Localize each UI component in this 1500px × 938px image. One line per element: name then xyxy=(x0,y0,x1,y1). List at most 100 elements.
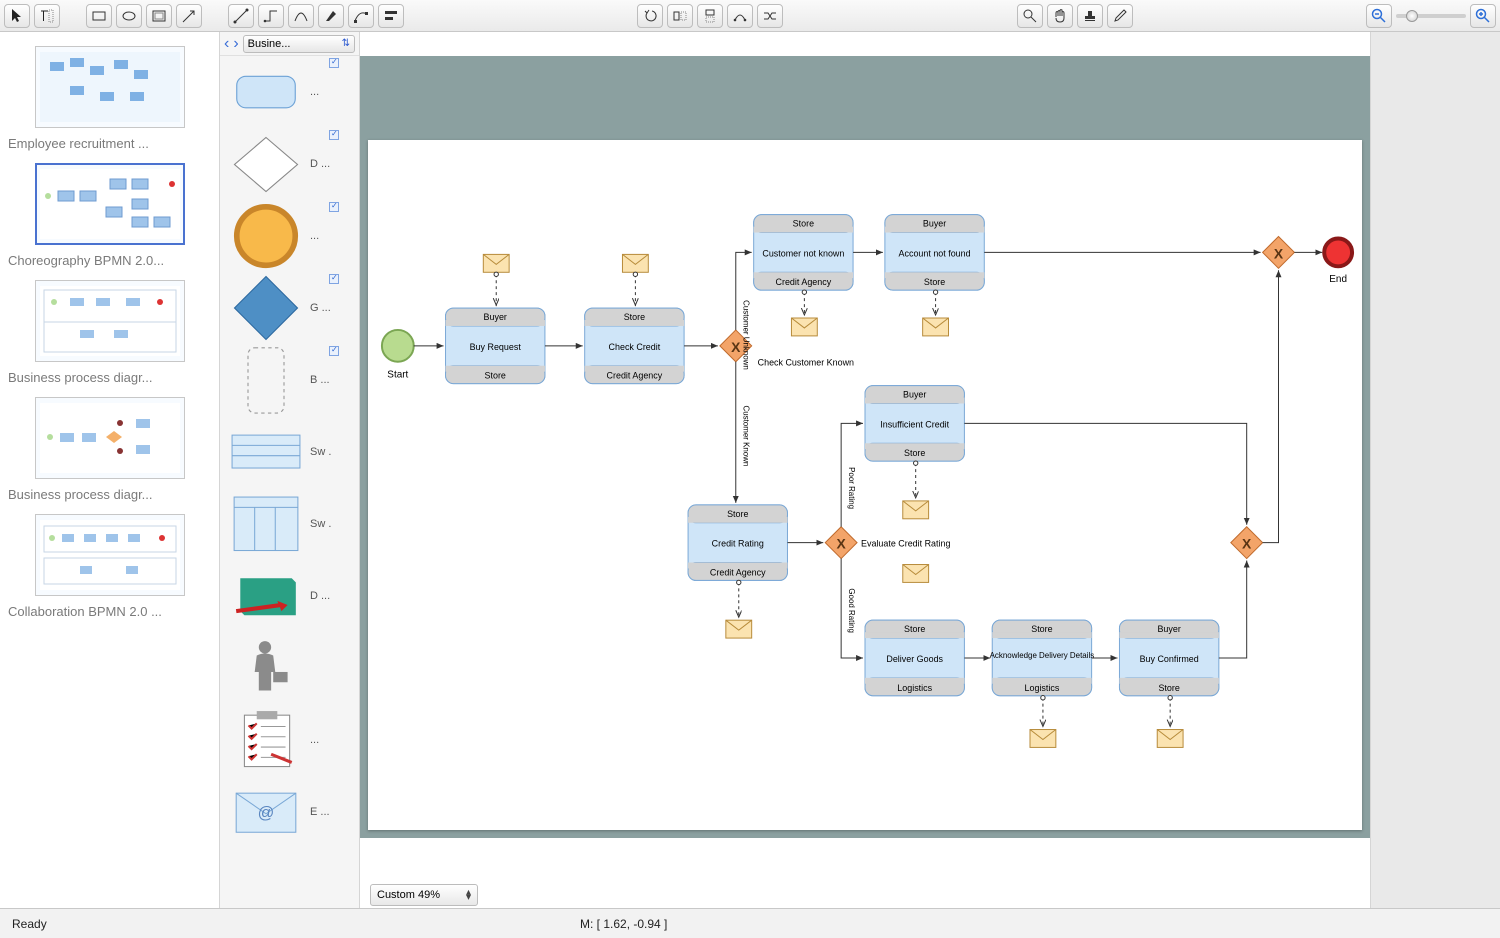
shape-item[interactable] xyxy=(220,632,359,704)
page-thumb[interactable] xyxy=(35,397,185,479)
shapes-nav: ‹ › Busine... ⇅ xyxy=(220,32,359,56)
task-insufficient-credit[interactable]: Buyer Insufficient Credit Store xyxy=(865,386,964,462)
pointer-tool-button[interactable] xyxy=(4,4,30,28)
svg-text:Store: Store xyxy=(624,312,645,322)
text-tool-button[interactable] xyxy=(34,4,60,28)
shape-item[interactable]: G ... xyxy=(220,272,359,344)
task-deliver-goods[interactable]: Store Deliver Goods Logistics xyxy=(865,620,964,696)
svg-text:Credit Agency: Credit Agency xyxy=(710,567,766,577)
flip-v-button[interactable] xyxy=(697,4,723,28)
task-check-credit[interactable]: Store Check Credit Credit Agency xyxy=(585,308,684,384)
zoom-level-select[interactable]: Custom 49% ▴▾ xyxy=(370,884,478,906)
task-buy-request[interactable]: Buyer Buy Request Store xyxy=(446,308,545,384)
zoom-in-button[interactable] xyxy=(1470,4,1496,28)
status-ready: Ready xyxy=(12,917,47,931)
svg-text:Buyer: Buyer xyxy=(903,390,926,400)
right-panel xyxy=(1370,32,1500,908)
shape-item[interactable]: ... xyxy=(220,56,359,128)
page-thumb[interactable] xyxy=(35,514,185,596)
page-thumb[interactable] xyxy=(35,280,185,362)
svg-text:Acknowledge Delivery Details: Acknowledge Delivery Details xyxy=(990,651,1095,660)
shape-label: Sw . xyxy=(310,446,331,458)
svg-text:X: X xyxy=(1274,245,1284,261)
page-thumb[interactable] xyxy=(35,163,185,245)
end-event[interactable] xyxy=(1324,238,1352,266)
end-label: End xyxy=(1329,274,1347,285)
svg-text:Account not found: Account not found xyxy=(899,248,971,258)
rect-tool-button[interactable] xyxy=(86,4,112,28)
message-icon xyxy=(1157,730,1183,748)
shapes-category-label: Busine... xyxy=(248,38,291,50)
gateway-label: Evaluate Credit Rating xyxy=(861,539,950,549)
undo-button[interactable] xyxy=(637,4,663,28)
gateway-label: Check Customer Known xyxy=(758,358,854,368)
shape-label: ... xyxy=(310,86,319,98)
task-buy-confirmed[interactable]: Buyer Buy Confirmed Store xyxy=(1119,620,1218,696)
svg-text:Deliver Goods: Deliver Goods xyxy=(886,654,943,664)
stamp-button[interactable] xyxy=(1077,4,1103,28)
task-credit-rating[interactable]: Store Credit Rating Credit Agency xyxy=(688,505,787,581)
line-tool-button[interactable] xyxy=(228,4,254,28)
message-icon xyxy=(903,565,929,583)
svg-text:Customer not known: Customer not known xyxy=(762,248,844,258)
shapes-back-button[interactable]: ‹ xyxy=(224,35,229,53)
page-label: Employee recruitment ... xyxy=(8,136,211,151)
svg-text:X: X xyxy=(837,536,847,552)
svg-text:Store: Store xyxy=(727,509,748,519)
chevron-updown-icon: ⇅ xyxy=(342,38,350,49)
shapes-category-select[interactable]: Busine... ⇅ xyxy=(243,35,355,53)
page-label: Collaboration BPMN 2.0 ... xyxy=(8,604,211,619)
status-bar: Ready M: [ 1.62, -0.94 ] xyxy=(0,908,1500,938)
hand-button[interactable] xyxy=(1047,4,1073,28)
chevron-updown-icon: ▴▾ xyxy=(466,890,471,900)
edge-label: Customer Unknown xyxy=(742,300,751,370)
svg-text:Store: Store xyxy=(1158,683,1179,693)
canvas-viewport[interactable]: Start Buyer Buy Request Store xyxy=(360,56,1370,838)
curve-tool-button[interactable] xyxy=(288,4,314,28)
shape-label: ... xyxy=(310,230,319,242)
task-ack-delivery[interactable]: Store Acknowledge Delivery Details Logis… xyxy=(990,620,1095,696)
node-edit-tool-button[interactable] xyxy=(348,4,374,28)
path-button[interactable] xyxy=(727,4,753,28)
shuffle-button[interactable] xyxy=(757,4,783,28)
shape-item[interactable]: B ... xyxy=(220,344,359,416)
svg-text:Buyer: Buyer xyxy=(1157,624,1180,634)
shape-item[interactable]: D ... xyxy=(220,560,359,632)
message-icon xyxy=(622,254,648,272)
message-icon xyxy=(1030,730,1056,748)
shape-item[interactable]: @E ... xyxy=(220,776,359,848)
svg-text:Store: Store xyxy=(1031,624,1052,634)
checkmark-icon xyxy=(329,202,339,212)
gateway-evaluate-credit[interactable]: X xyxy=(825,527,857,559)
zoom-out-button[interactable] xyxy=(1366,4,1392,28)
svg-text:Store: Store xyxy=(904,624,925,634)
task-account-not-found[interactable]: Buyer Account not found Store xyxy=(885,215,984,291)
flip-h-button[interactable] xyxy=(667,4,693,28)
svg-text:Buy Confirmed: Buy Confirmed xyxy=(1140,654,1199,664)
drawing-canvas[interactable]: Start Buyer Buy Request Store xyxy=(368,140,1362,830)
shape-item[interactable]: ... xyxy=(220,200,359,272)
pen-tool-button[interactable] xyxy=(318,4,344,28)
gateway-merge-bottom[interactable]: X xyxy=(1231,527,1263,559)
magnifier-button[interactable] xyxy=(1017,4,1043,28)
svg-text:Store: Store xyxy=(793,219,814,229)
start-event[interactable] xyxy=(382,330,414,362)
task-customer-not-known[interactable]: Store Customer not known Credit Agency xyxy=(754,215,853,291)
page-thumb[interactable] xyxy=(35,46,185,128)
shape-label: ... xyxy=(310,734,319,746)
zoom-slider[interactable] xyxy=(1396,14,1466,18)
connector-tool-button[interactable] xyxy=(258,4,284,28)
arrow-tool-button[interactable] xyxy=(176,4,202,28)
ellipse-tool-button[interactable] xyxy=(116,4,142,28)
container-tool-button[interactable] xyxy=(146,4,172,28)
shape-item[interactable]: ... xyxy=(220,704,359,776)
align-tool-button[interactable] xyxy=(378,4,404,28)
message-icon xyxy=(483,254,509,272)
shape-item[interactable]: Sw . xyxy=(220,488,359,560)
gateway-merge-top[interactable]: X xyxy=(1263,237,1295,269)
eyedropper-button[interactable] xyxy=(1107,4,1133,28)
shapes-fwd-button[interactable]: › xyxy=(233,35,238,53)
shape-item[interactable]: D ... xyxy=(220,128,359,200)
start-label: Start xyxy=(387,370,408,381)
shape-item[interactable]: Sw . xyxy=(220,416,359,488)
